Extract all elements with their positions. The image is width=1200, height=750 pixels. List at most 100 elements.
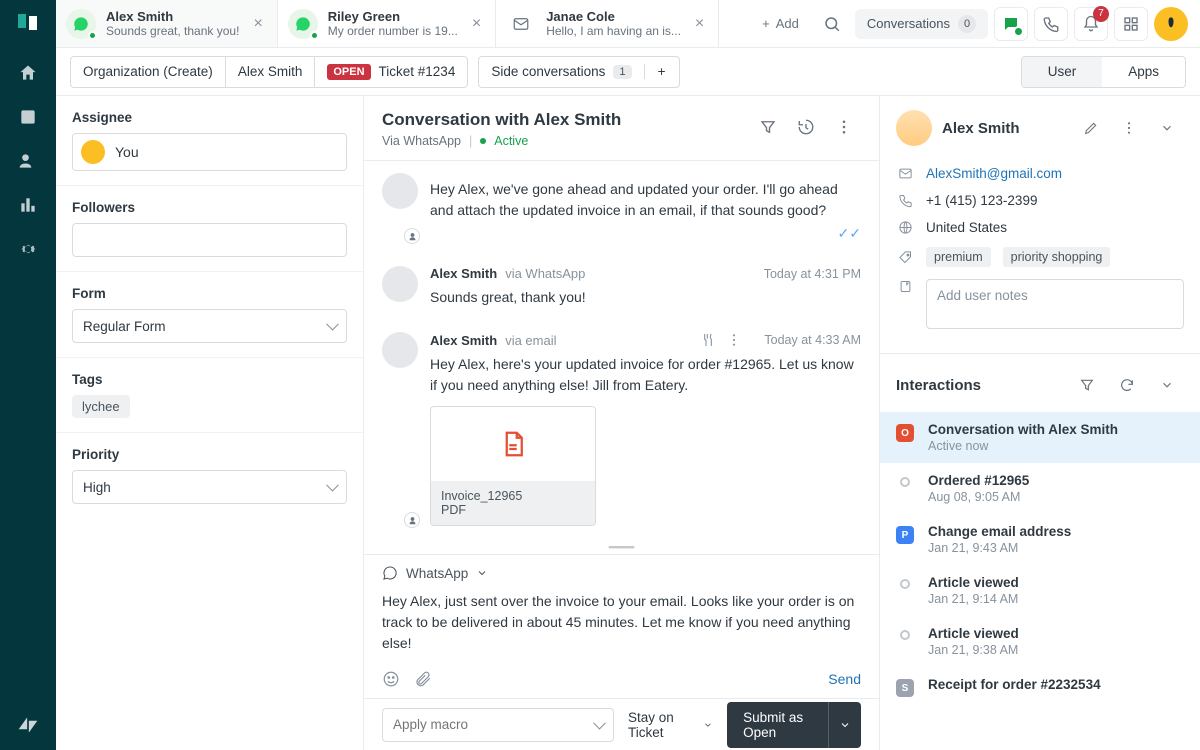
composer-channel: WhatsApp [406,566,468,581]
interaction-item[interactable]: Article viewed Jan 21, 9:38 AM [880,616,1200,667]
message-via: via WhatsApp [505,266,585,281]
close-icon[interactable]: × [691,12,708,36]
composer-channel-picker[interactable]: WhatsApp [364,555,879,585]
apps-grid-icon[interactable] [1114,7,1148,41]
more-icon[interactable] [827,110,861,144]
tab-apps[interactable]: Apps [1102,57,1185,87]
interaction-sub: Aug 08, 9:05 AM [928,490,1029,504]
send-button[interactable]: Send [828,671,861,687]
phone-icon[interactable] [1034,7,1068,41]
whatsapp-icon [66,9,96,39]
submit-main[interactable]: Submit as Open [727,702,828,748]
timeline-dot [900,579,910,589]
nav-home-icon[interactable] [17,62,39,84]
nav-customers-icon[interactable] [17,150,39,172]
message-text: Sounds great, thank you! [430,287,861,308]
user-email[interactable]: AlexSmith@gmail.com [926,166,1062,181]
history-icon[interactable] [789,110,823,144]
tab-riley[interactable]: Riley Green My order number is 19... × [278,0,496,47]
interaction-item[interactable]: O Conversation with Alex Smith Active no… [880,412,1200,463]
footer-bar: Stay on Ticket Submit as Open [364,698,879,750]
read-ticks-icon: ✓✓ [838,225,861,242]
chevron-down-icon [476,567,488,579]
tag-chip[interactable]: lychee [72,395,130,418]
message: Alex Smith via email Today at 4:33 AM He… [382,320,861,538]
chat-status-icon[interactable] [994,7,1028,41]
interaction-item[interactable]: S Receipt for order #2232534 [880,667,1200,707]
side-conv-add[interactable]: + [645,64,679,79]
submit-caret[interactable] [828,702,861,748]
active-dot [480,138,486,144]
tab-janae[interactable]: Janae Cole Hello, I am having an is... × [496,0,719,47]
user-tag[interactable]: priority shopping [1003,247,1111,267]
assignee-label: Assignee [72,110,347,125]
filter-icon[interactable] [751,110,785,144]
nav-settings-icon[interactable] [17,238,39,260]
timeline-dot [900,477,910,487]
assignee-value: You [115,144,139,160]
attach-icon[interactable] [414,670,432,688]
interaction-title: Receipt for order #2232534 [928,677,1101,692]
chevron-down-icon[interactable] [1150,111,1184,145]
topbar: Alex Smith Sounds great, thank you! × Ri… [56,0,1200,48]
crumb-ticket[interactable]: OPEN Ticket #1234 [315,57,467,87]
conversations-label: Conversations [867,16,950,31]
note-icon [896,279,914,294]
right-pane-tabs: User Apps [1021,56,1186,88]
form-select[interactable] [72,309,347,343]
interaction-title: Change email address [928,524,1071,539]
user-phone: +1 (415) 123-2399 [926,193,1037,208]
tab-user[interactable]: User [1022,57,1103,87]
nav-zendesk-icon[interactable] [17,714,39,736]
stay-on-ticket[interactable]: Stay on Ticket [628,710,713,740]
crumb-user[interactable]: Alex Smith [226,57,316,87]
message-more-icon[interactable] [726,332,742,348]
interaction-item[interactable]: Article viewed Jan 21, 9:14 AM [880,565,1200,616]
close-icon[interactable]: × [468,12,485,36]
profile-avatar[interactable] [1154,7,1188,41]
crumb-org[interactable]: Organization (Create) [71,57,226,87]
message: Hey Alex, we've gone ahead and updated y… [382,161,861,254]
message-via: via email [505,333,556,348]
conversations-pill[interactable]: Conversations 0 [855,9,988,39]
user-tag[interactable]: premium [926,247,991,267]
message: Alex Smith via WhatsApp Today at 4:31 PM… [382,254,861,320]
bell-icon[interactable]: 7 [1074,7,1108,41]
interaction-item[interactable]: P Change email address Jan 21, 9:43 AM [880,514,1200,565]
channel-badge-icon [404,512,420,528]
interaction-sub: Jan 21, 9:14 AM [928,592,1019,606]
macro-select[interactable] [382,708,614,742]
conversation-title: Conversation with Alex Smith [382,110,621,130]
followers-input[interactable] [72,223,347,257]
close-icon[interactable]: × [249,12,266,36]
phone-icon [896,193,914,208]
tab-name: Alex Smith [106,9,239,24]
filter-icon[interactable] [1070,368,1104,402]
nav-reports-icon[interactable] [17,194,39,216]
email-icon [506,9,536,39]
priority-select[interactable] [72,470,347,504]
edit-icon[interactable] [1074,111,1108,145]
conversations-count: 0 [958,15,976,33]
emoji-icon[interactable] [382,670,400,688]
interaction-title: Article viewed [928,626,1019,641]
search-icon[interactable] [815,7,849,41]
status-dot [88,31,97,40]
more-icon[interactable] [1112,111,1146,145]
composer-textarea[interactable] [364,585,879,663]
assignee-picker[interactable]: You [72,133,347,171]
refresh-icon[interactable] [1110,368,1144,402]
add-tab-button[interactable]: + Add [752,16,809,31]
resize-handle[interactable]: ━━━ [364,540,879,554]
whatsapp-outline-icon [382,565,398,581]
tab-alex[interactable]: Alex Smith Sounds great, thank you! × [56,0,278,47]
chevron-down-icon[interactable] [1150,368,1184,402]
conversation-pane: Conversation with Alex Smith Via WhatsAp… [364,96,880,750]
attachment-card[interactable]: Invoice_12965 PDF [430,406,596,526]
user-notes-input[interactable]: Add user notes [926,279,1184,329]
side-conv-button[interactable]: Side conversations 1 [479,64,644,79]
interaction-item[interactable]: Ordered #12965 Aug 08, 9:05 AM [880,463,1200,514]
composer: WhatsApp Send [364,554,879,698]
nav-views-icon[interactable] [17,106,39,128]
interactions-header: Interactions [880,353,1200,412]
